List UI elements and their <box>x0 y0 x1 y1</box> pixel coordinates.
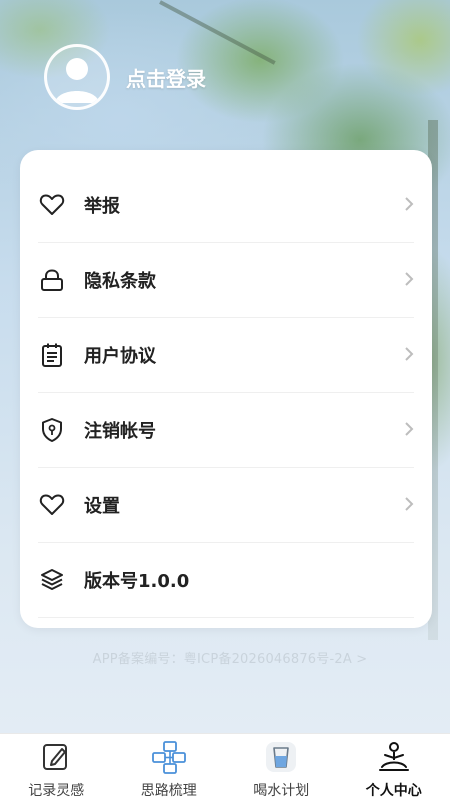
avatar[interactable] <box>44 44 110 110</box>
tab-idea-sorting[interactable]: 思路梳理 <box>113 734 226 800</box>
profile-header: 点击登录 <box>44 44 206 110</box>
menu-item-report[interactable]: 举报 <box>38 168 414 243</box>
menu-item-label: 隐私条款 <box>84 271 156 292</box>
menu-item-version: 版本号1.0.0 <box>38 543 414 618</box>
chevron-right-icon <box>402 344 416 364</box>
user-avatar-icon <box>55 58 99 103</box>
chevron-right-icon <box>402 494 416 514</box>
heart-icon <box>38 491 66 519</box>
menu-item-delete-account[interactable]: 注销帐号 <box>38 393 414 468</box>
tab-personal-center[interactable]: 个人中心 <box>338 734 450 800</box>
chevron-right-icon <box>402 194 416 214</box>
menu-item-label: 举报 <box>84 196 120 217</box>
menu-item-user-agreement[interactable]: 用户协议 <box>38 318 414 393</box>
chevron-right-icon <box>402 269 416 289</box>
menu-item-label: 版本号1.0.0 <box>84 571 190 592</box>
note-pencil-icon <box>38 740 74 774</box>
menu-card: 举报 隐私条款 用户协议 注销帐号 设置 版本号1.0.0 <box>20 150 432 628</box>
tab-label: 个人中心 <box>365 783 422 799</box>
layers-icon <box>38 566 66 594</box>
menu-item-label: 设置 <box>84 496 120 517</box>
mindmap-icon <box>151 740 187 774</box>
menu-item-label: 注销帐号 <box>84 421 156 442</box>
tab-label: 思路梳理 <box>140 783 197 799</box>
menu-item-label: 用户协议 <box>84 346 156 367</box>
login-link[interactable]: 点击登录 <box>126 63 206 92</box>
bottom-tab-bar: 记录灵感 思路梳理 喝水计划 个人中心 <box>0 733 450 800</box>
clipboard-icon <box>38 341 66 369</box>
tab-record-inspiration[interactable]: 记录灵感 <box>0 734 113 800</box>
shield-icon <box>38 416 66 444</box>
meditation-person-icon <box>376 740 412 774</box>
menu-item-settings[interactable]: 设置 <box>38 468 414 543</box>
water-cup-icon <box>263 740 299 774</box>
tab-water-plan[interactable]: 喝水计划 <box>225 734 338 800</box>
chevron-right-icon <box>402 419 416 439</box>
menu-item-privacy[interactable]: 隐私条款 <box>38 243 414 318</box>
lock-icon <box>38 266 66 294</box>
tab-label: 喝水计划 <box>253 783 310 799</box>
heart-icon <box>38 191 66 219</box>
icp-filing-link[interactable]: APP备案编号：粤ICP备2026046876号-2A > <box>0 648 450 667</box>
tab-label: 记录灵感 <box>28 783 85 799</box>
